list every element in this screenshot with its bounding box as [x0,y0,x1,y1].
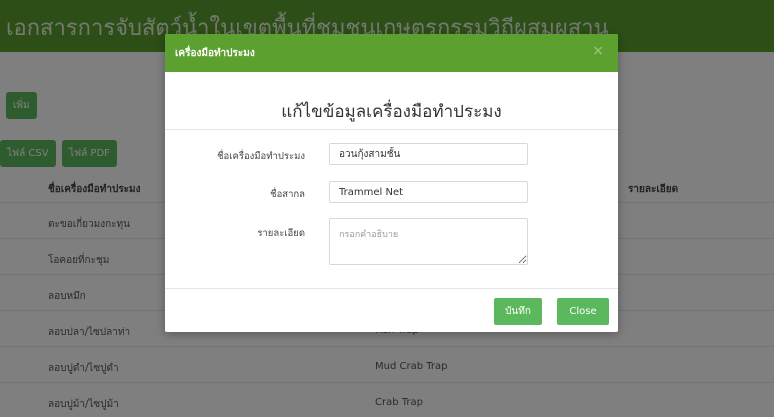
edit-fishing-gear-modal: เครื่องมือทำประมง × แก้ไขข้อมูลเครื่องมื… [165,34,618,332]
close-button[interactable]: Close [557,298,609,325]
gear-name-label: ชื่อเครื่องมือทำประมง [217,151,305,162]
form-title: แก้ไขข้อมูลเครื่องมือทำประมง [281,102,502,122]
modal-header-title: เครื่องมือทำประมง [175,48,255,59]
detail-textarea[interactable] [329,218,528,265]
divider [165,288,618,289]
gear-name-input[interactable] [329,143,528,165]
modal-header: เครื่องมือทำประมง × [165,34,618,72]
intl-name-label: ชื่อสากล [270,189,305,200]
divider [165,129,618,130]
save-button[interactable]: บันทึก [494,298,542,325]
detail-label: รายละเอียด [257,228,305,239]
intl-name-input[interactable] [329,181,528,203]
close-icon[interactable]: × [592,43,604,59]
